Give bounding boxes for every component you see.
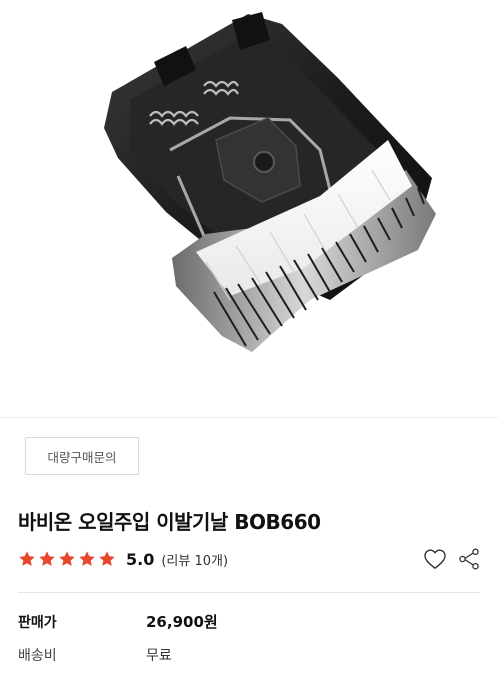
- heart-outline-icon: [424, 549, 446, 569]
- shipping-value: 무료: [146, 648, 172, 664]
- rating-score: 5.0: [126, 549, 155, 569]
- product-detail-page: 대량구매문의 바비온 오일주입 이발기날 BOB660 5.0 (리뷰 10개)…: [0, 0, 498, 682]
- share-icon: [459, 548, 479, 570]
- star-icon: [59, 551, 75, 566]
- price-row: 판매가 26,900원: [18, 611, 480, 632]
- star-icon: [39, 551, 55, 566]
- shipping-row: 배송비 무료: [18, 645, 480, 665]
- star-icon: [19, 551, 35, 566]
- star-icon: [99, 551, 115, 566]
- rating-summary[interactable]: 5.0 (리뷰 10개): [18, 546, 228, 572]
- divider: [18, 592, 480, 593]
- product-image[interactable]: [0, 0, 498, 418]
- star-icon: [79, 551, 95, 566]
- share-button[interactable]: [456, 546, 482, 572]
- shipping-label: 배송비: [18, 648, 57, 664]
- trimmer-blade-illustration: [104, 12, 436, 352]
- wishlist-button[interactable]: [422, 546, 448, 572]
- star-rating: [18, 550, 116, 568]
- price-label: 판매가: [18, 614, 57, 631]
- bulk-inquiry-button[interactable]: 대량구매문의: [25, 437, 139, 475]
- product-title: 바비온 오일주입 이발기날 BOB660: [18, 510, 321, 534]
- price-value: 26,900원: [146, 613, 218, 631]
- review-count-link[interactable]: (리뷰 10개): [161, 550, 228, 569]
